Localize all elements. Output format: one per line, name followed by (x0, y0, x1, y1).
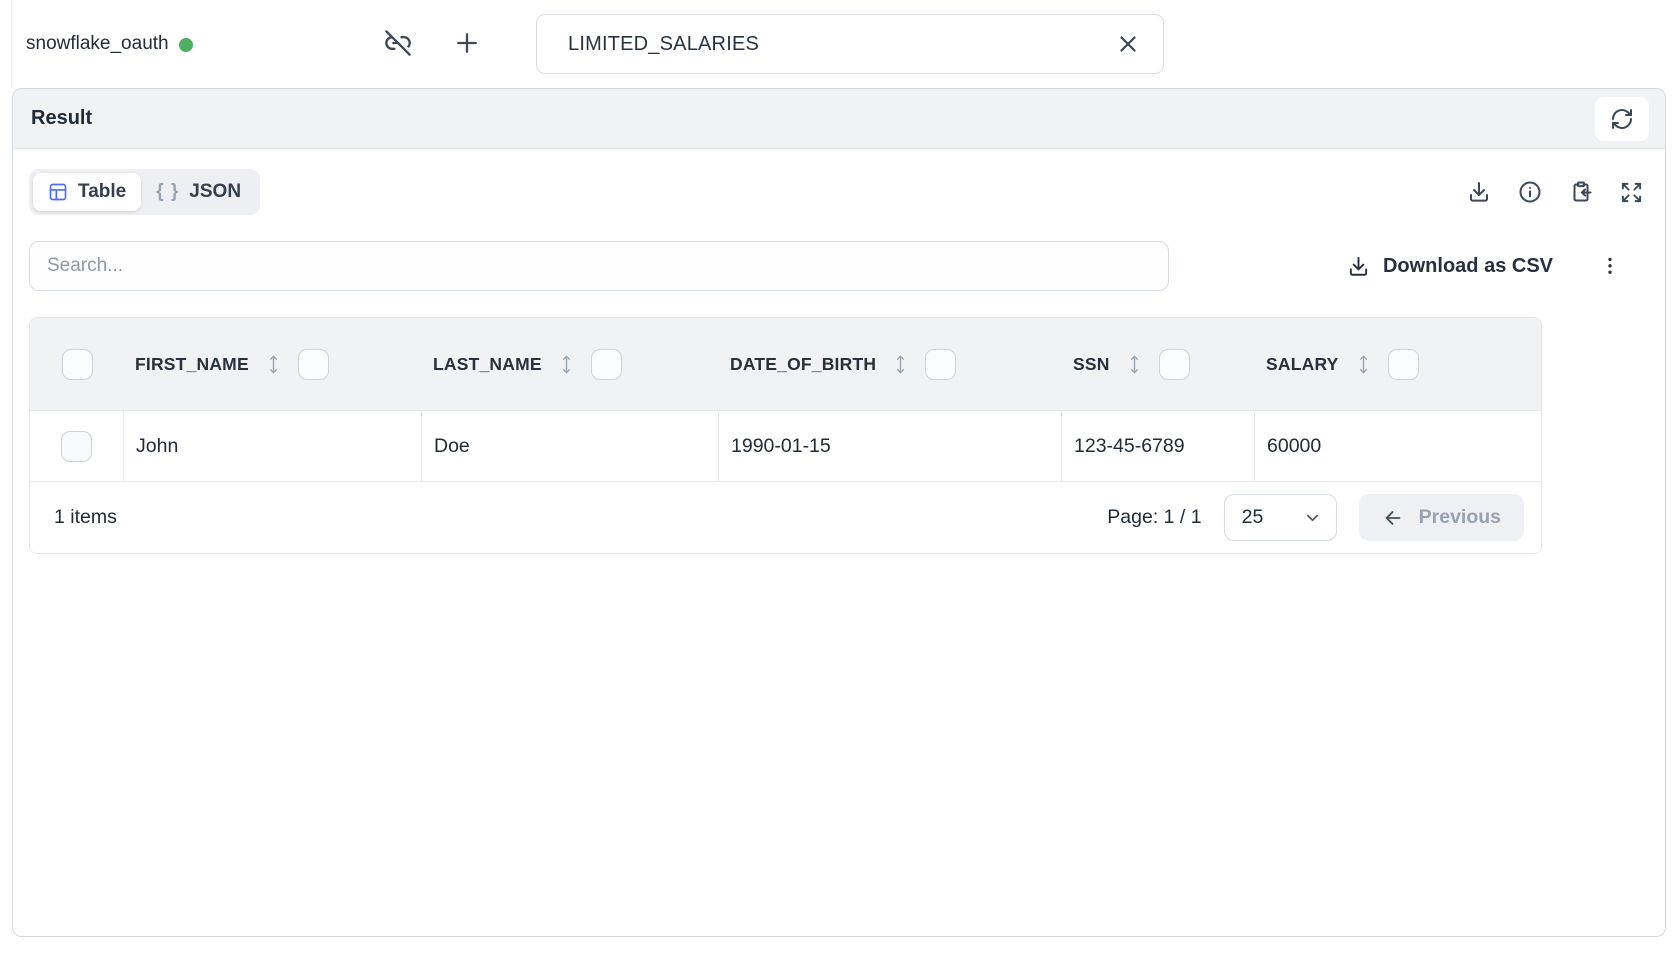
chevron-down-icon (1303, 508, 1322, 527)
column-checkbox[interactable] (925, 349, 956, 380)
refresh-button[interactable] (1595, 97, 1649, 141)
cell-last_name[interactable]: Doe (422, 411, 719, 481)
topbar: snowflake_oauth LIMITED_SALARIES (0, 0, 1680, 88)
column-header-first_name[interactable]: FIRST_NAME (124, 349, 422, 380)
result-body: Table { } JSON (13, 149, 1665, 554)
clipboard-import-icon (1569, 180, 1593, 204)
column-label: SALARY (1266, 354, 1339, 375)
row-select-cell (30, 411, 124, 481)
download-icon (1347, 255, 1370, 278)
download-csv-button[interactable]: Download as CSV (1347, 255, 1553, 278)
sort-icon[interactable] (1128, 353, 1141, 376)
cell-first_name[interactable]: John (124, 411, 422, 481)
result-panel: Result Table (12, 88, 1666, 937)
row-checkbox[interactable] (61, 431, 92, 462)
download-result-button[interactable] (1467, 180, 1491, 204)
select-all-cell (30, 349, 124, 380)
table-body: JohnDoe1990-01-15123-45-678960000 (30, 410, 1541, 481)
tab-json-label: JSON (189, 181, 241, 203)
tab-json-view[interactable]: { } JSON (141, 173, 256, 211)
column-label: SSN (1073, 354, 1110, 375)
column-checkbox[interactable] (591, 349, 622, 380)
tab-table-view[interactable]: Table (33, 173, 141, 211)
column-checkbox[interactable] (1388, 349, 1419, 380)
query-tab-title: LIMITED_SALARIES (568, 33, 759, 56)
search-input[interactable] (29, 241, 1169, 291)
connection-indicator: snowflake_oauth (26, 0, 193, 88)
download-icon (1467, 180, 1491, 204)
query-result-screen: snowflake_oauth LIMITED_SALARIES Result (0, 0, 1680, 958)
column-checkbox[interactable] (62, 349, 93, 380)
column-header-ssn[interactable]: SSN (1062, 349, 1255, 380)
sort-icon[interactable] (560, 353, 573, 376)
kebab-menu-icon (1599, 254, 1621, 278)
result-header: Result (13, 89, 1665, 149)
close-icon (1115, 31, 1141, 57)
sort-icon[interactable] (894, 353, 907, 376)
table-header-row: FIRST_NAME LAST_NAME DATE_OF_BIRTH SSN S… (30, 318, 1541, 410)
items-count: 1 items (54, 506, 117, 529)
copy-result-button[interactable] (1569, 180, 1593, 204)
cell-ssn[interactable]: 123-45-6789 (1062, 411, 1255, 481)
page-indicator: Page: 1 / 1 (1107, 506, 1201, 529)
info-icon (1518, 180, 1542, 204)
expand-icon (1620, 181, 1643, 204)
connection-name: snowflake_oauth (26, 33, 169, 55)
tab-table-label: Table (78, 181, 126, 203)
connection-status-dot (179, 38, 193, 52)
previous-page-label: Previous (1419, 506, 1501, 529)
previous-page-button[interactable]: Previous (1359, 494, 1524, 541)
table-icon (48, 182, 68, 202)
result-title: Result (31, 107, 92, 130)
table-footer: 1 items Page: 1 / 1 25 (30, 481, 1541, 553)
table-row[interactable]: JohnDoe1990-01-15123-45-678960000 (30, 410, 1541, 481)
page-size-select[interactable]: 25 (1224, 494, 1337, 541)
refresh-icon (1610, 107, 1634, 131)
column-label: DATE_OF_BIRTH (730, 354, 876, 375)
result-info-button[interactable] (1518, 180, 1542, 204)
download-csv-label: Download as CSV (1383, 255, 1553, 278)
braces-icon: { } (156, 181, 179, 203)
column-checkbox[interactable] (298, 349, 329, 380)
column-label: FIRST_NAME (135, 354, 249, 375)
new-tab-button[interactable] (452, 28, 482, 58)
column-label: LAST_NAME (433, 354, 542, 375)
column-header-date_of_birth[interactable]: DATE_OF_BIRTH (719, 349, 1062, 380)
close-tab-button[interactable] (1115, 31, 1141, 57)
arrow-left-icon (1382, 507, 1404, 529)
result-toolbar (1467, 180, 1649, 204)
link-off-icon (384, 29, 412, 57)
page-size-value: 25 (1242, 506, 1293, 529)
more-options-button[interactable] (1599, 254, 1621, 278)
result-table: FIRST_NAME LAST_NAME DATE_OF_BIRTH SSN S… (29, 317, 1542, 554)
disconnect-button[interactable] (384, 29, 412, 57)
cell-salary[interactable]: 60000 (1255, 411, 1541, 481)
query-tab[interactable]: LIMITED_SALARIES (536, 14, 1164, 74)
column-header-salary[interactable]: SALARY (1255, 349, 1541, 380)
expand-result-button[interactable] (1620, 181, 1643, 204)
view-switch: Table { } JSON (29, 169, 260, 215)
sort-icon[interactable] (1357, 353, 1370, 376)
column-checkbox[interactable] (1159, 349, 1190, 380)
cell-date_of_birth[interactable]: 1990-01-15 (719, 411, 1062, 481)
column-header-last_name[interactable]: LAST_NAME (422, 349, 719, 380)
sort-icon[interactable] (267, 353, 280, 376)
plus-icon (452, 28, 482, 58)
